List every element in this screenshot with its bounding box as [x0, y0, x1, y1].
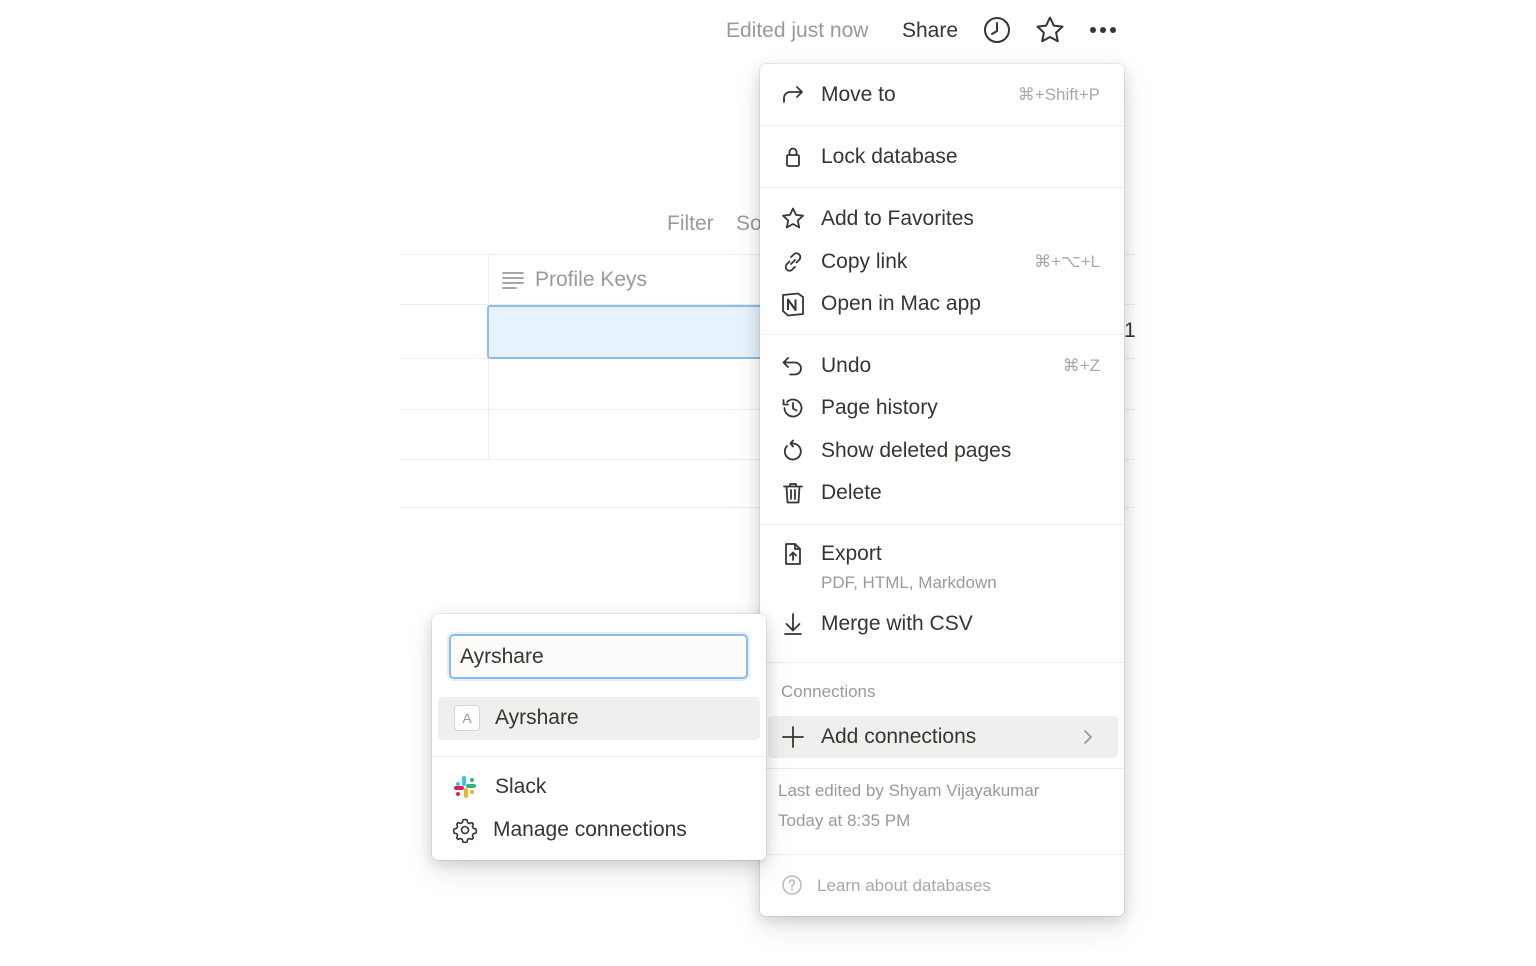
page-history-label: Page history [821, 396, 938, 419]
connections-section-label: Connections [781, 682, 876, 701]
help-icon [781, 874, 803, 896]
copy-link-shortcut: ⌘+⌥+L [1034, 252, 1100, 271]
ayrshare-badge-icon: A [454, 705, 480, 731]
open-in-mac-app-label: Open in Mac app [821, 292, 981, 315]
star-icon [780, 206, 806, 232]
arrow-down-icon [780, 611, 806, 637]
lock-database-item[interactable]: Lock database [760, 137, 1124, 177]
ayrshare-label: Ayrshare [495, 706, 579, 729]
last-edited-by: Last edited by Shyam Vijayakumar [778, 781, 1040, 800]
menu-divider [760, 854, 1124, 855]
undo-label: Undo [821, 354, 872, 377]
show-deleted-pages-label: Show deleted pages [821, 439, 1012, 462]
menu-divider [760, 125, 1124, 126]
learn-about-databases-link[interactable]: Learn about databases [817, 875, 991, 897]
column-header-profile-keys[interactable]: Profile Keys [535, 265, 647, 295]
lock-icon [780, 144, 806, 170]
slack-label: Slack [495, 775, 547, 798]
sort-button[interactable]: So [736, 209, 762, 239]
manage-connections-item[interactable]: Manage connections [432, 810, 766, 850]
notion-page: Edited just now Share Filter So Profile … [0, 0, 1536, 966]
show-deleted-pages-item[interactable]: Show deleted pages [760, 431, 1124, 471]
delete-item[interactable]: Delete [760, 473, 1124, 513]
restore-icon [780, 438, 806, 464]
link-icon [780, 249, 806, 275]
export-formats: PDF, HTML, Markdown [821, 573, 997, 592]
menu-divider [760, 524, 1124, 525]
menu-divider [760, 768, 1124, 769]
page-history-item[interactable]: Page history [760, 388, 1124, 428]
page-options-menu: Move to ⌘+Shift+P Lock database Add to F… [760, 64, 1124, 916]
star-icon[interactable] [1033, 13, 1067, 47]
connection-result-ayrshare[interactable]: A Ayrshare [432, 698, 766, 738]
add-to-favorites-item[interactable]: Add to Favorites [760, 199, 1124, 239]
submenu-divider [432, 756, 766, 757]
more-icon[interactable] [1086, 13, 1120, 47]
copy-link-label: Copy link [821, 250, 908, 273]
add-connections-submenu: A Ayrshare Slack [432, 614, 766, 860]
move-to-shortcut: ⌘+Shift+P [1017, 85, 1100, 104]
cell-value: 1 [1124, 319, 1136, 342]
selected-table-cell[interactable] [487, 305, 777, 359]
open-in-mac-app-item[interactable]: Open in Mac app [760, 284, 1124, 324]
trash-icon [780, 480, 806, 506]
export-file-icon [780, 541, 806, 567]
move-to-item[interactable]: Move to ⌘+Shift+P [760, 75, 1124, 115]
move-to-label: Move to [821, 83, 896, 106]
menu-divider [760, 334, 1124, 335]
arrow-turn-right-icon [780, 82, 806, 108]
merge-with-csv-label: Merge with CSV [821, 612, 973, 635]
delete-label: Delete [821, 481, 882, 504]
menu-divider [760, 662, 1124, 663]
add-connections-label: Add connections [821, 725, 977, 748]
gear-icon [452, 817, 478, 843]
notion-logo-icon [780, 291, 806, 317]
copy-link-item[interactable]: Copy link ⌘+⌥+L [760, 242, 1124, 282]
chevron-right-icon [1078, 727, 1098, 747]
text-property-icon [501, 268, 525, 292]
connections-search-input[interactable] [449, 634, 748, 679]
edited-status: Edited just now [726, 19, 869, 42]
merge-with-csv-item[interactable]: Merge with CSV [760, 604, 1124, 644]
undo-shortcut: ⌘+Z [1062, 356, 1100, 375]
lock-database-label: Lock database [821, 145, 958, 168]
undo-item[interactable]: Undo ⌘+Z [760, 346, 1124, 386]
filter-button[interactable]: Filter [667, 209, 714, 239]
export-item[interactable]: Export PDF, HTML, Markdown [760, 534, 1124, 598]
add-connections-item[interactable]: Add connections [760, 717, 1124, 757]
undo-icon [780, 353, 806, 379]
export-label: Export [821, 542, 882, 565]
menu-divider [760, 187, 1124, 188]
history-icon [780, 395, 806, 421]
add-to-favorites-label: Add to Favorites [821, 207, 974, 230]
plus-icon [780, 724, 806, 750]
last-edited-time: Today at 8:35 PM [778, 811, 911, 830]
manage-connections-label: Manage connections [493, 818, 687, 841]
share-button[interactable]: Share [902, 16, 958, 46]
clock-icon[interactable] [980, 13, 1014, 47]
slack-icon [452, 774, 478, 800]
connection-slack[interactable]: Slack [432, 767, 766, 807]
